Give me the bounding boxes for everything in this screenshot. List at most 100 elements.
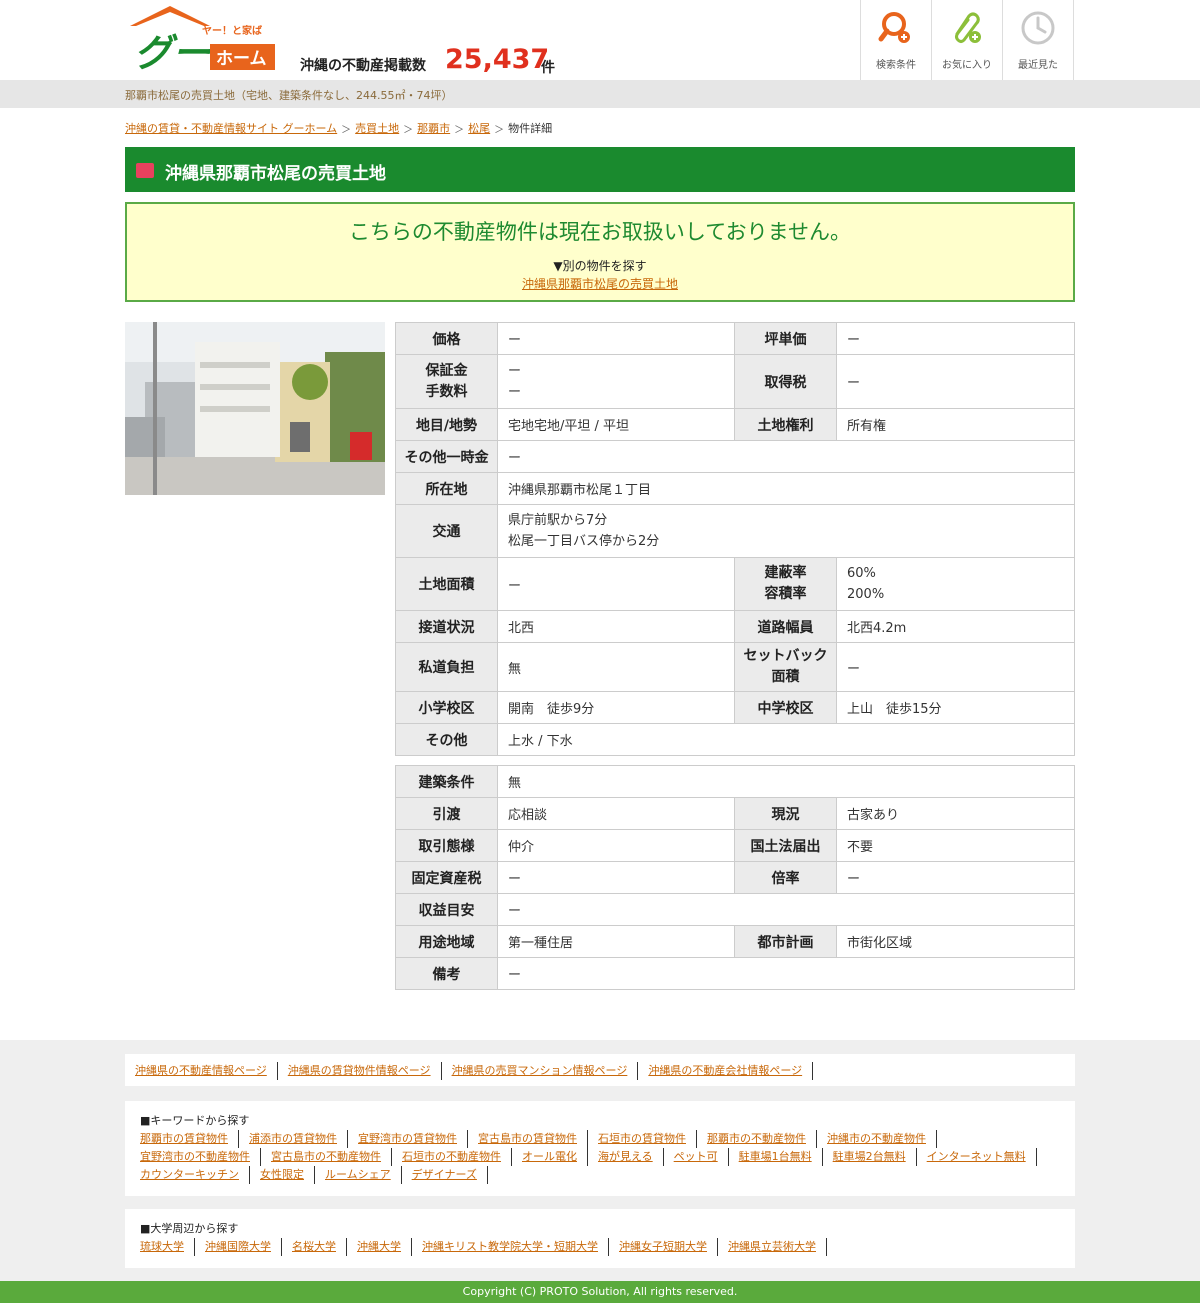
- keyword-link[interactable]: 石垣市の不動産物件: [402, 1148, 512, 1166]
- university-link[interactable]: 琉球大学: [140, 1238, 195, 1256]
- nav-search-label: 検索条件: [876, 60, 916, 71]
- spec-value: 沖縄県那覇市松尾１丁目: [497, 472, 1075, 505]
- spec-label: 私道負担: [395, 642, 498, 692]
- keyword-link[interactable]: カウンターキッチン: [140, 1166, 250, 1184]
- title-marker-icon: [136, 163, 154, 178]
- header-nav: 検索条件 お気に入り 最近見た: [860, 0, 1074, 80]
- spec-label: 現況: [734, 797, 837, 830]
- keyword-link[interactable]: 宜野湾市の不動産物件: [140, 1148, 261, 1166]
- spec-label: 道路幅員: [734, 610, 837, 643]
- spec-label: 倍率: [734, 861, 837, 894]
- keyword-link[interactable]: 石垣市の賃貸物件: [598, 1130, 697, 1148]
- copyright-text: Copyright (C) PROTO Solution, All rights…: [462, 1285, 738, 1298]
- keyword-link[interactable]: ペット可: [674, 1148, 729, 1166]
- site-logo[interactable]: ヤー！と家ば グー ホーム: [128, 4, 278, 75]
- university-link[interactable]: 名桜大学: [292, 1238, 347, 1256]
- spec-label: 接道状況: [395, 610, 498, 643]
- spec-label: 土地権利: [734, 408, 837, 441]
- spec-label: 小学校区: [395, 691, 498, 724]
- footer-link[interactable]: 沖縄県の賃貸物件情報ページ: [288, 1062, 442, 1080]
- keyword-link[interactable]: 駐車場1台無料: [739, 1148, 823, 1166]
- svg-text:グー: グー: [134, 31, 211, 74]
- copyright-bar: Copyright (C) PROTO Solution, All rights…: [0, 1281, 1200, 1303]
- spec-label: 備考: [395, 957, 498, 990]
- university-link[interactable]: 沖縄女子短期大学: [619, 1238, 718, 1256]
- spec-label: 交通: [395, 504, 498, 558]
- breadcrumb-matsuo[interactable]: 松尾: [468, 120, 490, 136]
- keyword-link[interactable]: 宮古島市の賃貸物件: [478, 1130, 588, 1148]
- search-plus-icon: [878, 12, 910, 43]
- nav-recently-viewed[interactable]: 最近見た: [1003, 0, 1074, 80]
- footer-link[interactable]: 沖縄県の不動産情報ページ: [135, 1062, 278, 1080]
- spec-value: 上山 徒歩15分: [836, 691, 1075, 724]
- spec-value: 仲介: [497, 829, 735, 862]
- notice-message: こちらの不動産物件は現在お取扱いしておりません。: [348, 220, 852, 244]
- notice-alternative-link[interactable]: 沖縄県那覇市松尾の売買土地: [522, 277, 678, 291]
- keyword-link[interactable]: 那覇市の不動産物件: [707, 1130, 817, 1148]
- spec-label: 所在地: [395, 472, 498, 505]
- spec-value: 所有権: [836, 408, 1075, 441]
- keyword-link[interactable]: 女性限定: [260, 1166, 315, 1184]
- keyword-link[interactable]: 海が見える: [598, 1148, 664, 1166]
- university-link[interactable]: 沖縄県立芸術大学: [728, 1238, 827, 1256]
- breadcrumb: 沖縄の賃貸・不動産情報サイト グーホーム＞ 売買土地＞ 那覇市＞ 松尾＞ 物件詳…: [125, 120, 552, 136]
- spec-value: 市街化区域: [836, 925, 1075, 958]
- university-search-heading: ■大学周辺から探す: [140, 1222, 239, 1235]
- footer-link[interactable]: 沖縄県の不動産会社情報ページ: [648, 1062, 814, 1080]
- breadcrumb-land-sale[interactable]: 売買土地: [355, 120, 399, 136]
- keyword-link[interactable]: ルームシェア: [325, 1166, 402, 1184]
- nav-favorites[interactable]: お気に入り: [932, 0, 1003, 80]
- keyword-search-heading: ■キーワードから探す: [140, 1114, 250, 1127]
- spec-value: 県庁前駅から7分 松尾一丁目バス停から2分: [497, 504, 1075, 558]
- spec-value: ー: [497, 322, 735, 355]
- keyword-link[interactable]: 浦添市の賃貸物件: [249, 1130, 348, 1148]
- keyword-link[interactable]: インターネット無料: [927, 1148, 1037, 1166]
- spec-value: 北西: [497, 610, 735, 643]
- spec-value: 応相談: [497, 797, 735, 830]
- keyword-link[interactable]: 沖縄市の不動産物件: [827, 1130, 937, 1148]
- university-link[interactable]: 沖縄大学: [357, 1238, 412, 1256]
- breadcrumb-home[interactable]: 沖縄の賃貸・不動産情報サイト グーホーム: [125, 120, 337, 136]
- spec-value: ー: [836, 322, 1075, 355]
- spec-label: 坪単価: [734, 322, 837, 355]
- clock-icon: [1021, 11, 1055, 45]
- spec-label: 都市計画: [734, 925, 837, 958]
- spec-value: ー: [497, 893, 1075, 926]
- spec-label: 中学校区: [734, 691, 837, 724]
- keyword-link[interactable]: 宜野湾市の賃貸物件: [358, 1130, 468, 1148]
- university-link-list: 琉球大学 沖縄国際大学 名桜大学 沖縄大学 沖縄キリスト教学院大学・短期大学 沖縄女子短期…: [140, 1238, 1060, 1256]
- nav-search-conditions[interactable]: 検索条件: [861, 0, 932, 80]
- spec-value: 第一種住居: [497, 925, 735, 958]
- spec-label: 取得税: [734, 354, 837, 409]
- spec-value: ー: [497, 440, 1075, 473]
- keyword-link[interactable]: デザイナーズ: [412, 1166, 488, 1184]
- property-photo[interactable]: [125, 322, 385, 495]
- favorite-clip-icon: [955, 12, 981, 43]
- breadcrumb-naha[interactable]: 那覇市: [417, 120, 450, 136]
- site-footer: 沖縄県の不動産情報ページ 沖縄県の賃貸物件情報ページ 沖縄県の売買マンション情報…: [0, 1040, 1200, 1303]
- keyword-link[interactable]: 那覇市の賃貸物件: [140, 1130, 239, 1148]
- unavailable-notice: こちらの不動産物件は現在お取扱いしておりません。 ▼別の物件を探す 沖縄県那覇市…: [125, 202, 1075, 302]
- nav-favorites-label: お気に入り: [942, 60, 992, 71]
- university-link[interactable]: 沖縄キリスト教学院大学・短期大学: [422, 1238, 609, 1256]
- spec-label: セットバック 面積: [734, 642, 837, 692]
- spec-value: 60% 200%: [836, 557, 1075, 611]
- keyword-link[interactable]: 宮古島市の不動産物件: [271, 1148, 392, 1166]
- listing-count-label: 沖縄の不動産掲載数: [300, 58, 426, 74]
- keyword-link[interactable]: 駐車場2台無料: [833, 1148, 917, 1166]
- spec-label: その他: [395, 723, 498, 756]
- building-photo-image: [125, 322, 385, 495]
- spec-label: 地目/地勢: [395, 408, 498, 441]
- footer-link[interactable]: 沖縄県の売買マンション情報ページ: [452, 1062, 639, 1080]
- university-link[interactable]: 沖縄国際大学: [205, 1238, 282, 1256]
- page-title-bar: 沖縄県那覇市松尾の売買土地: [125, 147, 1075, 192]
- footer-keyword-search: ■キーワードから探す 那覇市の賃貸物件 浦添市の賃貸物件 宜野湾市の賃貸物件 宮古島市…: [125, 1101, 1075, 1196]
- footer-university-search: ■大学周辺から探す 琉球大学 沖縄国際大学 名桜大学 沖縄大学 沖縄キリスト教学院大学・…: [125, 1209, 1075, 1268]
- spec-label: 固定資産税: [395, 861, 498, 894]
- breadcrumb-separator-icon: ＞: [494, 124, 505, 136]
- keyword-link[interactable]: オール電化: [522, 1148, 588, 1166]
- breadcrumb-current: 物件詳細: [508, 122, 553, 135]
- footer-info-links: 沖縄県の不動産情報ページ 沖縄県の賃貸物件情報ページ 沖縄県の売買マンション情報…: [125, 1054, 1075, 1086]
- spec-value: 開南 徒歩9分: [497, 691, 735, 724]
- spec-value: 無: [497, 642, 735, 692]
